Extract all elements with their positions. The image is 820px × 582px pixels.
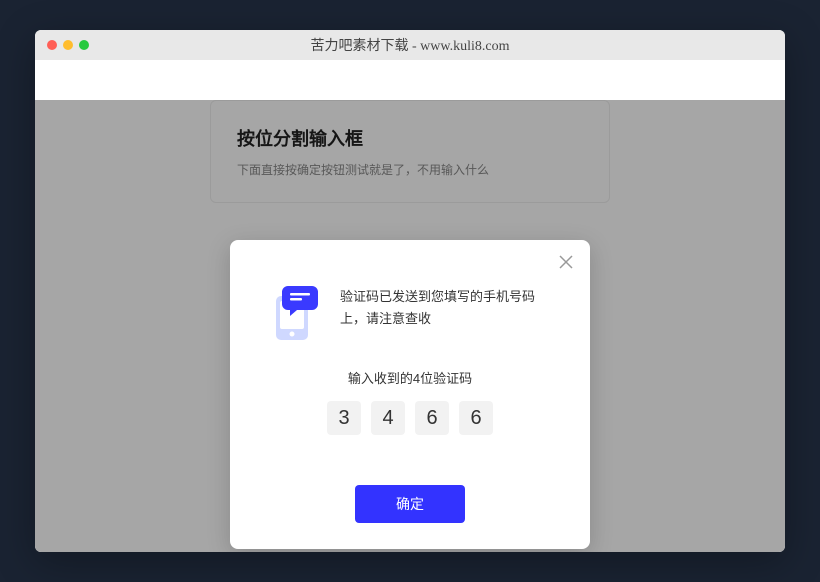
close-icon[interactable] bbox=[558, 254, 574, 270]
phone-sms-icon bbox=[266, 284, 322, 340]
maximize-window-button[interactable] bbox=[79, 40, 89, 50]
modal-message: 验证码已发送到您填写的手机号码上，请注意查收 bbox=[340, 284, 560, 330]
close-window-button[interactable] bbox=[47, 40, 57, 50]
code-digit-2[interactable]: 4 bbox=[371, 401, 405, 435]
code-digit-3[interactable]: 6 bbox=[415, 401, 449, 435]
browser-window: 苦力吧素材下载 - www.kuli8.com 按位分割输入框 下面直接按确定按… bbox=[35, 30, 785, 552]
code-input-group: 3 4 6 6 bbox=[260, 401, 560, 435]
modal-header: 验证码已发送到您填写的手机号码上，请注意查收 bbox=[260, 284, 560, 340]
code-digit-1[interactable]: 3 bbox=[327, 401, 361, 435]
page-content: 按位分割输入框 下面直接按确定按钮测试就是了，不用输入什么 bbox=[35, 100, 785, 552]
code-digit-4[interactable]: 6 bbox=[459, 401, 493, 435]
code-input-label: 输入收到的4位验证码 bbox=[260, 368, 560, 387]
confirm-button[interactable]: 确定 bbox=[355, 485, 465, 523]
browser-title-bar: 苦力吧素材下载 - www.kuli8.com bbox=[35, 30, 785, 60]
minimize-window-button[interactable] bbox=[63, 40, 73, 50]
traffic-lights bbox=[47, 40, 89, 50]
browser-title: 苦力吧素材下载 - www.kuli8.com bbox=[311, 35, 510, 55]
verification-modal: 验证码已发送到您填写的手机号码上，请注意查收 输入收到的4位验证码 3 4 6 … bbox=[230, 240, 590, 549]
